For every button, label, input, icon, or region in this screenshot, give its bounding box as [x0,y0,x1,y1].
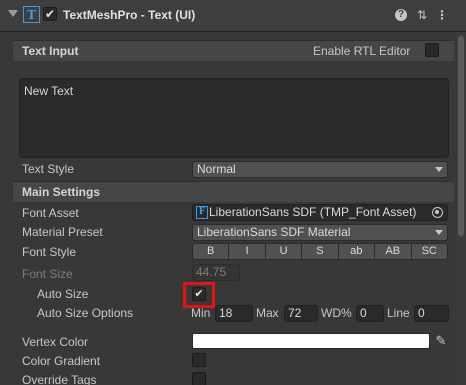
textmeshpro-icon: T [23,6,40,23]
max-label: Max [256,306,279,320]
auto-size-label: Auto Size [37,287,89,301]
rtl-editor-checkbox[interactable] [425,43,439,57]
text-style-value: Normal [197,162,236,176]
text-style-dropdown[interactable]: Normal [192,161,448,178]
foldout-arrow-icon[interactable] [8,10,18,17]
min-label: Min [191,306,211,320]
min-field[interactable]: 18 [215,305,253,322]
text-input-field[interactable]: New Text [19,78,449,158]
wd-field[interactable]: 0 [356,305,384,322]
uppercase-button[interactable]: AB [374,243,411,260]
font-size-field: 44.75 [192,264,240,281]
font-asset-icon: F [196,206,208,219]
font-size-label: Font Size [22,267,73,281]
chevron-down-icon [435,167,443,172]
bold-button[interactable]: B [192,243,229,260]
strikethrough-button[interactable]: S [301,243,338,260]
auto-size-highlight [183,282,215,308]
more-icon[interactable]: ⋮ [435,8,449,22]
max-field[interactable]: 72 [284,305,318,322]
object-picker-icon[interactable] [432,207,443,218]
help-icon[interactable]: ? [395,9,407,21]
smallcaps-button[interactable]: SC [410,243,448,260]
wd-label: WD% [321,306,352,320]
preset-icon[interactable]: ⇅ [415,8,429,22]
color-gradient-checkbox[interactable] [192,353,206,367]
text-input-section-title: Text Input [22,44,79,58]
line-label: Line [387,306,410,320]
vertex-color-field[interactable] [192,333,430,349]
override-tags-checkbox[interactable] [192,372,206,385]
italic-button[interactable]: I [228,243,265,260]
color-gradient-label: Color Gradient [22,354,101,368]
component-enabled-checkbox[interactable]: ✔ [43,7,57,21]
font-style-button-group: B I U S ab AB SC [192,243,448,260]
auto-size-options-label: Auto Size Options [37,306,134,320]
rtl-editor-label: Enable RTL Editor [313,44,411,58]
lowercase-button[interactable]: ab [337,243,375,260]
underline-button[interactable]: U [264,243,302,260]
scrollbar-thumb[interactable] [458,36,464,236]
text-style-label: Text Style [22,162,75,176]
material-preset-value: LiberationSans SDF Material [197,225,351,239]
component-title: TextMeshPro - Text (UI) [63,8,196,22]
font-style-label: Font Style [22,245,77,259]
eyedropper-icon[interactable]: ✎ [433,333,449,349]
override-tags-label: Override Tags [22,373,97,385]
font-asset-label: Font Asset [22,206,79,220]
material-preset-label: Material Preset [22,225,103,239]
line-field[interactable]: 0 [414,305,449,322]
material-preset-dropdown[interactable]: LiberationSans SDF Material [192,224,448,241]
main-settings-section-title: Main Settings [22,185,101,199]
vertex-color-label: Vertex Color [22,335,89,349]
font-asset-value: LiberationSans SDF (TMP_Font Asset) [209,205,417,219]
font-asset-field[interactable]: F LiberationSans SDF (TMP_Font Asset) [192,204,448,221]
chevron-down-icon [435,230,443,235]
